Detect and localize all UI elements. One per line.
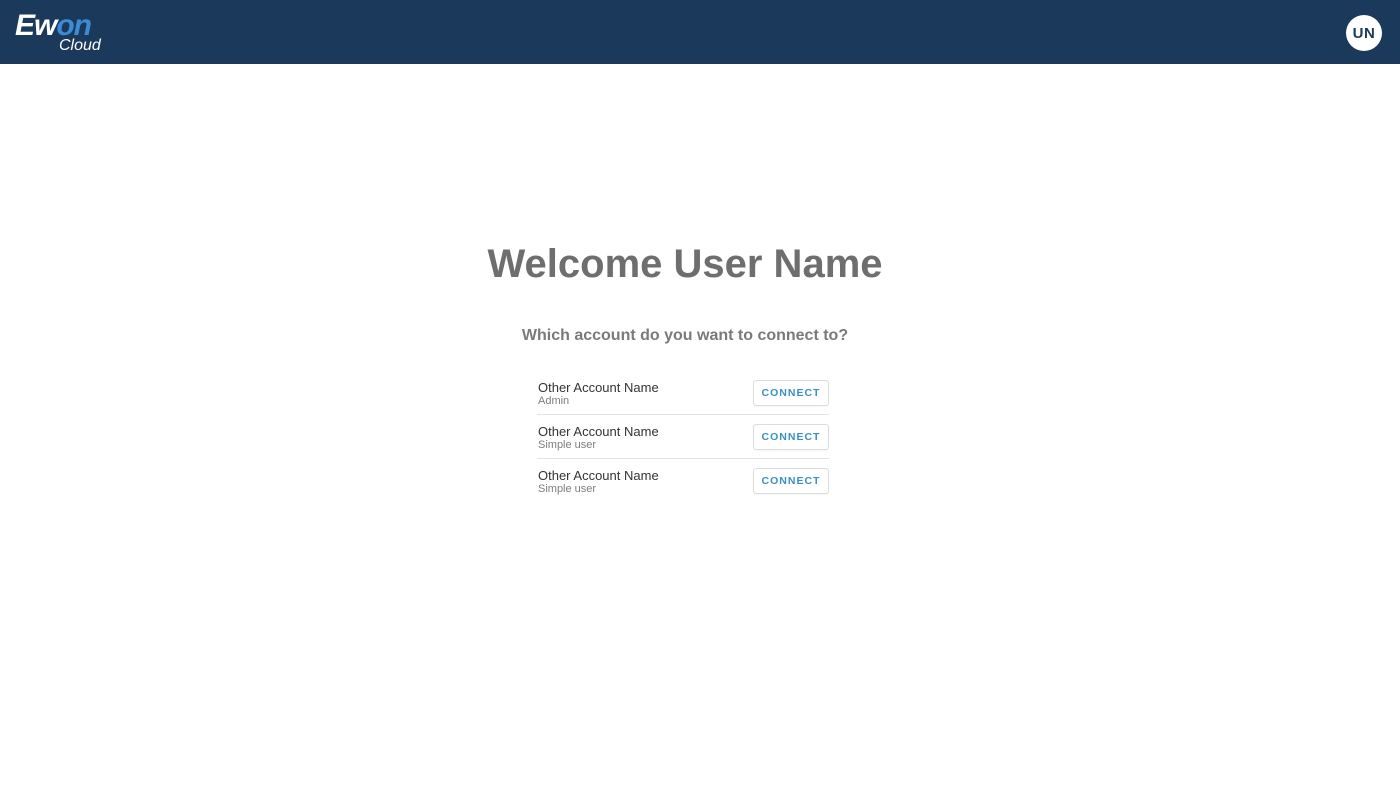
account-name: Other Account Name xyxy=(538,468,659,483)
account-name: Other Account Name xyxy=(538,380,659,395)
logo-subtitle: Cloud xyxy=(59,37,101,54)
account-list: Other Account Name Admin CONNECT Other A… xyxy=(537,371,829,503)
welcome-title: Welcome User Name xyxy=(487,242,883,286)
connect-button[interactable]: CONNECT xyxy=(753,380,829,406)
connect-button[interactable]: CONNECT xyxy=(753,424,829,450)
account-row: Other Account Name Admin CONNECT xyxy=(537,371,829,415)
account-role: Simple user xyxy=(538,439,597,451)
account-name: Other Account Name xyxy=(538,424,659,439)
account-question: Which account do you want to connect to? xyxy=(521,327,849,344)
top-navbar: Ewon Cloud UN xyxy=(0,0,1400,64)
account-row: Other Account Name Simple user CONNECT xyxy=(537,415,829,459)
account-role: Admin xyxy=(538,395,570,407)
connect-button[interactable]: CONNECT xyxy=(753,468,829,494)
user-avatar[interactable]: UN xyxy=(1346,15,1382,51)
ewon-cloud-logo[interactable]: Ewon Cloud xyxy=(15,10,115,56)
account-role: Simple user xyxy=(538,483,597,495)
account-row: Other Account Name Simple user CONNECT xyxy=(537,459,829,503)
logo-wordmark-prefix: Ew xyxy=(15,9,57,42)
